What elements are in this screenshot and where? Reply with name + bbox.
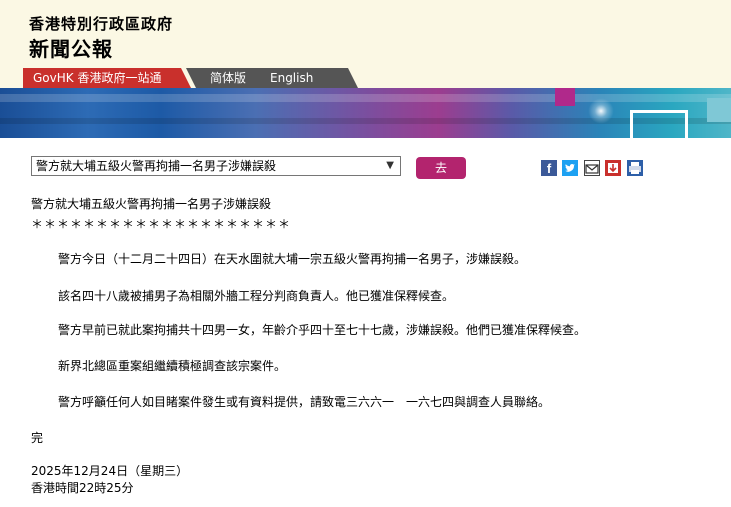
print-icon[interactable] [627,160,643,176]
org-name: 香港特別行政區政府 [29,15,174,33]
end-mark: 完 [31,431,44,445]
article-select[interactable]: 警方就大埔五級火警再拘捕一名男子涉嫌誤殺 ▼ [31,156,401,176]
sparkle-decoration [586,96,616,126]
language-tabs: 简体版 English [186,68,358,88]
facebook-icon[interactable]: f [541,160,557,176]
article-paragraph-1: 警方今日（十二月二十四日）在天水圍就大埔一宗五級火警再拘捕一名男子，涉嫌誤殺。 [58,252,527,266]
article-select-value: 警方就大埔五級火警再拘捕一名男子涉嫌誤殺 [36,159,277,173]
page-header: 香港特別行政區政府 新聞公報 [0,0,731,68]
release-date: 2025年12月24日（星期三） [31,464,189,478]
article-paragraph-3: 警方早前已就此案拘捕共十四男一女，年齡介乎四十至七十七歲，涉嫌誤殺。他們已獲准保… [58,323,587,337]
article-title: 警方就大埔五級火警再拘捕一名男子涉嫌誤殺 [31,197,272,211]
article-paragraph-5: 警方呼籲任何人如目睹案件發生或有資料提供，請致電三六六一 一六七四與調查人員聯絡… [58,395,551,409]
release-time: 香港時間22時25分 [31,481,134,495]
go-button[interactable]: 去 [416,157,466,179]
english-link[interactable]: English [270,68,313,88]
email-icon[interactable] [584,160,600,176]
banner [0,88,731,138]
article-paragraph-2: 該名四十八歲被捕男子為相關外牆工程分判商負責人。他已獲准保釋候查。 [58,289,455,303]
download-icon[interactable] [605,160,621,176]
title-separator: ＊＊＊＊＊＊＊＊＊＊＊＊＊＊＊＊＊＊＊＊ [31,217,292,231]
twitter-icon[interactable] [562,160,578,176]
site-title[interactable]: 新聞公報 [29,33,113,62]
govhk-link[interactable]: GovHK 香港政府一站通 [23,68,191,88]
simplified-chinese-link[interactable]: 简体版 [210,68,246,88]
article-paragraph-4: 新界北總區重案組繼續積極調查該宗案件。 [58,359,287,373]
chevron-down-icon: ▼ [386,160,394,171]
